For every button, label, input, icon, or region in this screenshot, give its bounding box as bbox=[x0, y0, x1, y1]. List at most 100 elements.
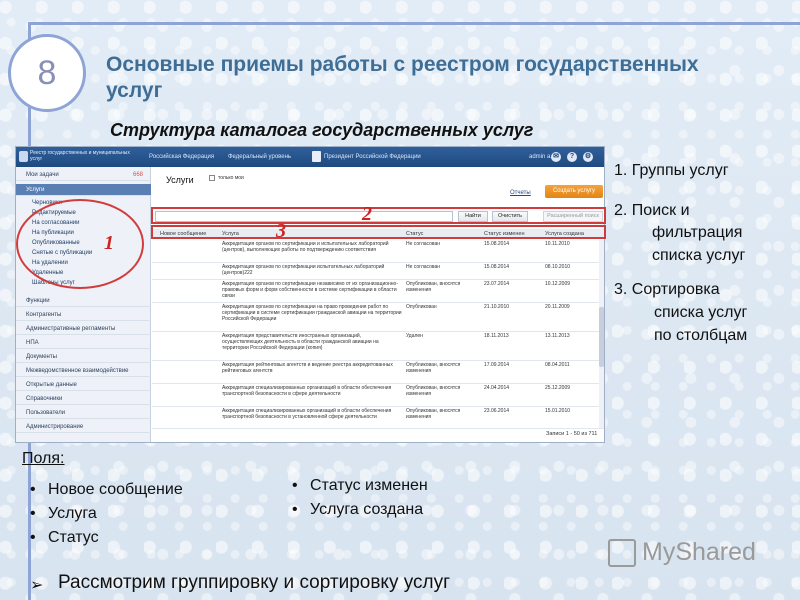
footer-text: Рассмотрим группировку и сортировку услу… bbox=[58, 572, 451, 593]
status-cell: Опубликован, вносятся изменения bbox=[406, 385, 461, 397]
message-icon[interactable]: ✉ bbox=[551, 152, 561, 162]
annotation-label-2: 2 bbox=[362, 203, 372, 225]
sidebar-item-administration[interactable]: Администрирование bbox=[16, 421, 151, 433]
pagination-info: Записи 1 - 50 из 711 bbox=[546, 431, 598, 437]
sidebar-item-label: Пользователи bbox=[26, 410, 66, 416]
sidebar-item-interagency[interactable]: Межведомственное взаимодействие bbox=[16, 365, 151, 377]
sidebar-item-label: Услуги bbox=[26, 187, 45, 193]
sidebar-item-label: Открытые данные bbox=[26, 382, 77, 388]
annotation-label-3: 3 bbox=[276, 220, 286, 242]
status-cell: Опубликован, вносятся изменения bbox=[406, 281, 461, 293]
page-title: Услуги bbox=[166, 175, 194, 185]
nav-russian-federation[interactable]: Российская Федерация bbox=[149, 154, 214, 160]
created-cell: 08.10.2010 bbox=[545, 264, 571, 270]
changed-cell: 15.08.2014 bbox=[484, 241, 510, 247]
created-cell: 10.12.2009 bbox=[545, 281, 571, 287]
created-cell: 20.11.2009 bbox=[545, 304, 570, 310]
presentation-icon bbox=[608, 538, 636, 567]
sidebar-item-contractors[interactable]: Контрагенты bbox=[16, 309, 151, 321]
changed-cell: 21.10.2010 bbox=[484, 304, 510, 310]
service-cell: Аккредитация органов по сертификации исп… bbox=[222, 264, 385, 276]
sidebar-item-functions[interactable]: Функции bbox=[16, 295, 151, 307]
status-cell: Удален bbox=[406, 333, 423, 339]
note-search-l3: списка услуг bbox=[652, 247, 746, 264]
sidebar-item-label: Межведомственное взаимодействие bbox=[26, 368, 129, 374]
service-cell: Аккредитация органов по сертификации на … bbox=[222, 304, 402, 322]
created-cell: 13.11.2013 bbox=[545, 333, 570, 339]
created-cell: 15.01.2010 bbox=[545, 408, 571, 414]
table-row[interactable]: Аккредитация представительств иностранны… bbox=[152, 332, 604, 361]
task-count-badge: 668 bbox=[132, 172, 143, 178]
changed-cell: 18.11.2013 bbox=[484, 333, 509, 339]
table-row[interactable]: Аккредитация органов по сертификации нез… bbox=[152, 280, 604, 303]
changed-cell: 23.07.2014 bbox=[484, 281, 510, 287]
help-icon[interactable]: ? bbox=[567, 152, 577, 162]
slide-title: Основные приемы работы с реестром госуда… bbox=[106, 53, 699, 102]
annotation-label-1: 1 bbox=[104, 232, 114, 254]
reports-link[interactable]: Отчеты bbox=[510, 190, 531, 196]
field-new-message: Новое сообщение bbox=[30, 481, 183, 499]
sidebar-item-label: Функции bbox=[26, 298, 50, 304]
status-cell: Не согласован bbox=[406, 241, 441, 247]
changed-cell: 23.06.2014 bbox=[484, 408, 510, 414]
gear-icon[interactable]: ⚙ bbox=[583, 152, 593, 162]
sidebar-item-services[interactable]: Услуги bbox=[16, 184, 151, 196]
note-sort-l1: 3. Сортировка bbox=[614, 281, 720, 298]
emblem-icon bbox=[312, 151, 321, 162]
sidebar-item-label: Контрагенты bbox=[26, 312, 62, 318]
service-cell: Аккредитация специализированных организа… bbox=[222, 408, 392, 420]
table-row[interactable]: Аккредитация специализированных организа… bbox=[152, 384, 604, 407]
service-cell: Аккредитация органов по сертификации нез… bbox=[222, 281, 398, 299]
sidebar-item-label: Административные регламенты bbox=[26, 326, 116, 332]
sidebar-item-references[interactable]: Справочники bbox=[16, 393, 151, 405]
frame-top-line bbox=[30, 22, 800, 25]
sidebar-item-regulations[interactable]: Административные регламенты bbox=[16, 323, 151, 335]
watermark-text: MyShared bbox=[642, 538, 756, 566]
service-cell: Аккредитация органов по сертификации и и… bbox=[222, 241, 389, 253]
created-cell: 08.04.2011 bbox=[545, 362, 570, 368]
status-cell: Не согласован bbox=[406, 264, 441, 270]
note-groups: 1. Группы услуг bbox=[614, 162, 729, 179]
annotation-rect-search bbox=[151, 207, 606, 224]
created-cell: 25.12.2009 bbox=[545, 385, 571, 391]
app-logo-text: Реестр государственных и муниципальных у… bbox=[30, 150, 130, 162]
fields-label: Поля: bbox=[22, 450, 65, 467]
sidebar-item-label: Документы bbox=[26, 354, 57, 360]
field-status: Статус bbox=[30, 529, 98, 547]
sidebar-item-documents[interactable]: Документы bbox=[16, 351, 151, 363]
status-cell: Опубликован bbox=[406, 304, 437, 310]
created-cell: 10.11.2010 bbox=[545, 241, 570, 247]
app-header: Реестр государственных и муниципальных у… bbox=[16, 147, 604, 167]
watermark: MyShared bbox=[608, 538, 756, 567]
registry-logo-icon bbox=[19, 151, 28, 162]
sidebar-item-open-data[interactable]: Открытые данные bbox=[16, 379, 151, 391]
sidebar-item-my-tasks[interactable]: Мои задачи 668 bbox=[16, 169, 151, 181]
status-cell: Опубликован, вносятся изменения bbox=[406, 362, 461, 374]
annotation-rect-columns bbox=[151, 225, 606, 239]
annotation-ellipse-groups bbox=[16, 199, 144, 289]
sidebar-item-npa[interactable]: НПА bbox=[16, 337, 151, 349]
arrow-bullet-icon: ➢ bbox=[30, 577, 44, 594]
sidebar-item-users[interactable]: Пользователи bbox=[16, 407, 151, 419]
field-service-created: Услуга создана bbox=[292, 501, 423, 519]
nav-president[interactable]: Президент Российской Федерации bbox=[324, 154, 421, 160]
slide-subtitle: Структура каталога государственных услуг bbox=[110, 120, 534, 140]
sidebar-item-label: НПА bbox=[26, 340, 39, 346]
sidebar-item-label: Администрирование bbox=[26, 424, 84, 430]
service-cell: Аккредитация представительств иностранны… bbox=[222, 333, 379, 351]
field-status-changed: Статус изменен bbox=[292, 477, 428, 495]
sidebar-item-label: Мои задачи bbox=[26, 172, 59, 178]
table-row[interactable]: Аккредитация специализированных организа… bbox=[152, 407, 604, 429]
only-mine-checkbox[interactable] bbox=[209, 175, 215, 181]
table-row[interactable]: Аккредитация органов по сертификации на … bbox=[152, 303, 604, 332]
scrollbar-thumb[interactable] bbox=[599, 307, 604, 367]
service-cell: Аккредитация рейтинговых агентств и веде… bbox=[222, 362, 393, 374]
only-mine-label: только мои bbox=[218, 175, 244, 181]
nav-federal-level[interactable]: Федеральный уровень bbox=[228, 154, 291, 160]
table-row[interactable]: Аккредитация рейтинговых агентств и веде… bbox=[152, 361, 604, 384]
table-row[interactable]: Аккредитация органов по сертификации исп… bbox=[152, 263, 604, 280]
table-row[interactable]: Аккредитация органов по сертификации и и… bbox=[152, 240, 604, 263]
service-cell: Аккредитация специализированных организа… bbox=[222, 385, 392, 397]
changed-cell: 17.09.2014 bbox=[484, 362, 510, 368]
create-service-button[interactable]: Создать услугу bbox=[545, 185, 603, 198]
